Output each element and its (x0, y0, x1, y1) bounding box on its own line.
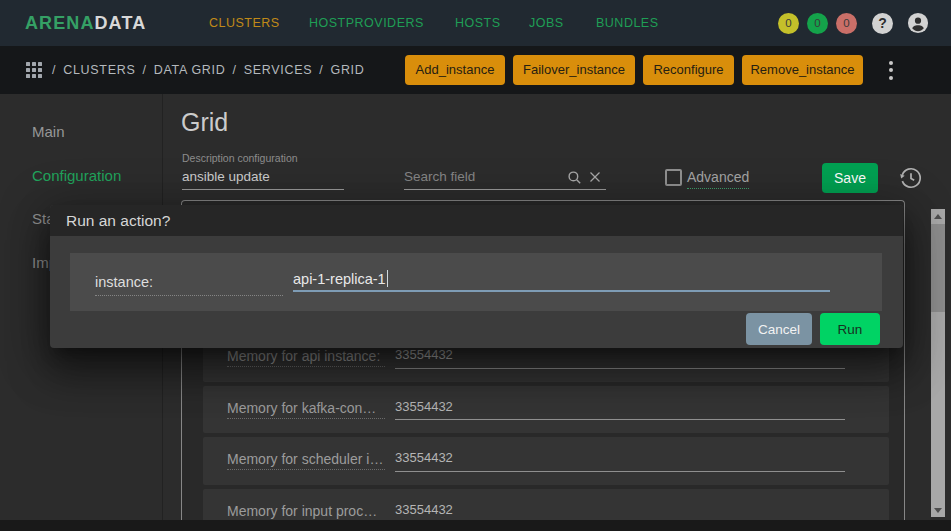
kebab-menu-icon[interactable] (884, 46, 898, 94)
instance-field-label: instance: (95, 274, 283, 296)
instance-field-underline (293, 290, 830, 292)
breadcrumb-services[interactable]: SERVICES (244, 63, 313, 77)
advanced-label[interactable]: Advanced (687, 169, 749, 189)
run-button[interactable]: Run (820, 313, 880, 345)
nav-bundles[interactable]: BUNDLES (596, 16, 659, 30)
breadcrumb-separator: / (52, 63, 56, 77)
advanced-checkbox[interactable] (665, 169, 682, 186)
sidebar-item-configuration[interactable]: Configuration (32, 167, 121, 184)
breadcrumb-separator: / (232, 63, 236, 77)
config-row-label: Memory for kafka-con… (227, 401, 385, 419)
job-count-badge-red[interactable]: 0 (836, 13, 857, 34)
page-title: Grid (181, 108, 228, 137)
bottom-strip (0, 520, 951, 531)
scrollbar-down-arrow[interactable] (931, 503, 945, 517)
cancel-button[interactable]: Cancel (746, 313, 812, 345)
run-action-dialog: Run an action? instance: api-1-replica-1… (50, 205, 903, 348)
action-buttons: Add_instance Failover_instance Reconfigu… (405, 55, 863, 85)
breadcrumb-toolbar: / CLUSTERS / DATA GRID / SERVICES / GRID… (0, 46, 951, 94)
instance-field-input[interactable]: api-1-replica-1 (293, 270, 388, 287)
reconfigure-button[interactable]: Reconfigure (643, 55, 734, 85)
config-row-label: Memory for api instance: (227, 349, 385, 367)
scrollbar-up-arrow[interactable] (931, 209, 945, 223)
config-row-value-input[interactable]: 33554432 (395, 347, 453, 362)
breadcrumb-separator: / (319, 63, 323, 77)
add-instance-button[interactable]: Add_instance (405, 55, 505, 85)
search-input-underline (404, 189, 606, 190)
config-row-label: Memory for input proc… (227, 504, 385, 521)
apps-grid-icon[interactable] (26, 62, 42, 78)
description-configuration-label: Description configuration (182, 152, 298, 164)
nav-hostproviders[interactable]: HOSTPROVIDERS (309, 16, 424, 30)
config-row-memory-kafka: Memory for kafka-con… 33554432 (203, 386, 889, 434)
nav-jobs[interactable]: JOBS (529, 16, 564, 30)
app-root: ARENADATA CLUSTERS HOSTPROVIDERS HOSTS J… (0, 0, 951, 531)
save-button[interactable]: Save (822, 163, 878, 193)
dialog-buttons: Cancel Run (746, 313, 880, 345)
description-configuration-input[interactable]: ansible update (182, 169, 344, 184)
scrollbar-thumb[interactable] (931, 224, 945, 312)
text-caret (387, 270, 389, 287)
config-row-value-input[interactable]: 33554432 (395, 399, 453, 414)
navbar-right: 0 0 0 ? (770, 0, 929, 46)
search-input[interactable]: Search field (404, 169, 475, 184)
description-input-underline (182, 189, 344, 190)
nav-hosts[interactable]: HOSTS (455, 16, 501, 30)
arenadata-logo[interactable]: ARENADATA (25, 13, 146, 34)
breadcrumb: / CLUSTERS / DATA GRID / SERVICES / GRID (45, 46, 365, 94)
logo-data: DATA (95, 13, 147, 33)
config-value-underline (395, 368, 845, 369)
sidebar-item-main[interactable]: Main (32, 123, 65, 140)
top-navbar: ARENADATA CLUSTERS HOSTPROVIDERS HOSTS J… (0, 0, 951, 46)
search-icon[interactable] (567, 170, 582, 185)
config-value-underline (395, 471, 845, 472)
remove-instance-button[interactable]: Remove_instance (742, 55, 863, 85)
config-row-value-input[interactable]: 33554432 (395, 502, 453, 517)
breadcrumb-separator: / (142, 63, 146, 77)
history-icon[interactable] (898, 165, 924, 191)
config-value-underline (395, 419, 845, 420)
nav-clusters[interactable]: CLUSTERS (209, 16, 280, 30)
account-icon[interactable] (907, 12, 929, 34)
breadcrumb-grid[interactable]: GRID (330, 63, 364, 77)
job-count-badge-green[interactable]: 0 (807, 13, 828, 34)
breadcrumb-clusters[interactable]: CLUSTERS (63, 63, 135, 77)
help-icon[interactable]: ? (872, 13, 893, 34)
clear-search-icon[interactable] (589, 171, 601, 183)
breadcrumb-data-grid[interactable]: DATA GRID (154, 63, 226, 77)
job-count-badge-yellow[interactable]: 0 (778, 13, 799, 34)
config-row-memory-input-proc: Memory for input proc… 33554432 (203, 489, 889, 521)
logo-arena: ARENA (25, 13, 95, 33)
vertical-scrollbar[interactable] (931, 209, 945, 517)
dialog-field-panel: instance: api-1-replica-1 (70, 253, 882, 311)
instance-field-value: api-1-replica-1 (293, 271, 386, 287)
config-row-label: Memory for scheduler i… (227, 452, 385, 470)
config-row-value-input[interactable]: 33554432 (395, 450, 453, 465)
config-row-memory-scheduler: Memory for scheduler i… 33554432 (203, 437, 889, 485)
failover-instance-button[interactable]: Failover_instance (513, 55, 635, 85)
dialog-title: Run an action? (50, 205, 903, 236)
